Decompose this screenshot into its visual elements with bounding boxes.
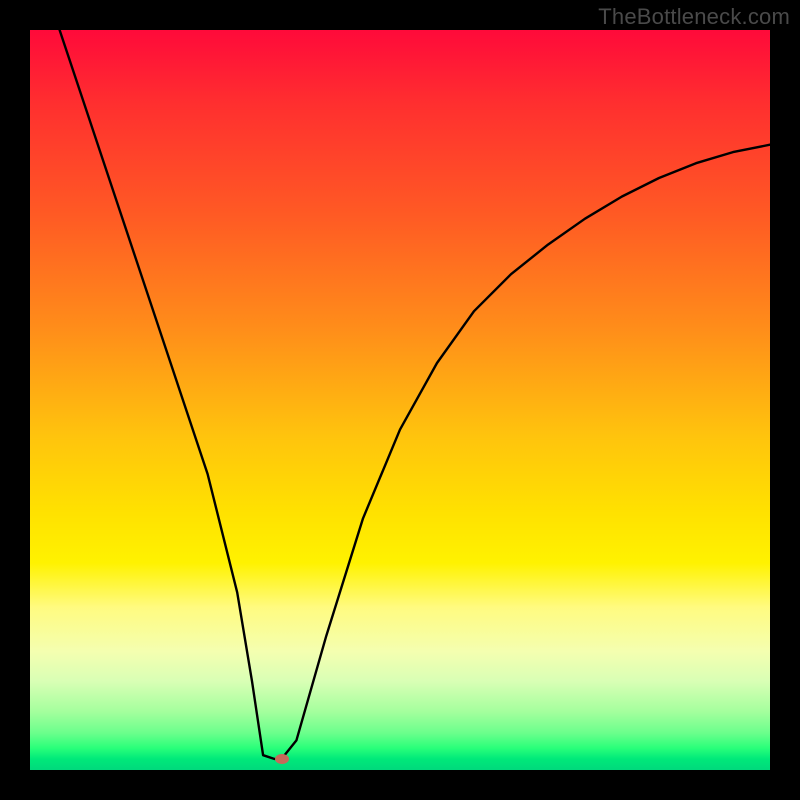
plot-area (30, 30, 770, 770)
curve-svg (30, 30, 770, 770)
chart-frame: TheBottleneck.com (0, 0, 800, 800)
curve-path (60, 30, 770, 759)
marker-dot (275, 754, 289, 764)
watermark-text: TheBottleneck.com (598, 4, 790, 30)
